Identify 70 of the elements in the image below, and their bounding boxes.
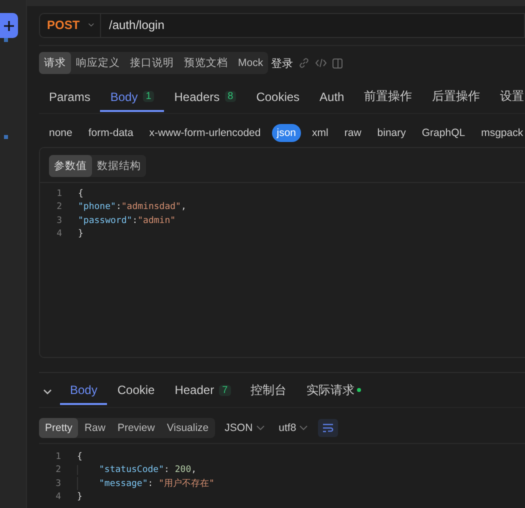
line-number: 2 [54, 465, 61, 476]
response-tab[interactable]: Body [60, 378, 108, 406]
body-type-option[interactable]: x-www-form-urlencoded [144, 124, 266, 142]
link-icon[interactable] [298, 57, 310, 70]
view-tab[interactable]: 请求 [39, 52, 71, 74]
line-number: 4 [56, 229, 62, 240]
response-tab[interactable]: Header 7 [164, 378, 241, 406]
code-line: } [77, 492, 82, 502]
view-mode-tab[interactable]: Preview [111, 418, 161, 438]
line-number: 3 [54, 478, 61, 489]
response-tab[interactable]: 实际请求 [296, 376, 371, 407]
editor-tab[interactable]: 数据结构 [92, 155, 146, 178]
view-mode-tab[interactable]: Visualize [160, 418, 215, 438]
count-badge: 7 [219, 384, 231, 396]
line-number: 4 [54, 492, 61, 502]
editor-tab[interactable]: 参数值 [49, 155, 92, 178]
param-tab[interactable]: Body 1 [100, 84, 164, 112]
param-tab[interactable]: Cookies [246, 84, 310, 112]
count-badge: 8 [224, 91, 236, 102]
method-dropdown[interactable]: POST [39, 12, 101, 38]
code-line: { [78, 188, 84, 199]
code-icon[interactable] [315, 57, 328, 70]
line-number: 3 [56, 216, 62, 226]
code-line: "password":"admin" [78, 216, 176, 226]
wrap-lines-icon [322, 422, 334, 433]
code-line: "statusCode": 200, [77, 465, 197, 476]
param-tab[interactable]: 前置操作 [354, 83, 422, 114]
body-type-option[interactable]: binary [372, 124, 411, 142]
line-number: 2 [56, 202, 62, 212]
param-tab[interactable]: 后置操作 [422, 83, 490, 114]
view-tab[interactable]: 响应定义 [71, 52, 125, 74]
body-type-option[interactable]: none [39, 124, 78, 142]
body-type-option[interactable]: form-data [83, 124, 138, 142]
code-line: } [78, 229, 84, 240]
view-mode-tab[interactable]: Pretty [39, 418, 78, 438]
body-type-option[interactable]: raw [339, 124, 366, 142]
chevron-down-icon [299, 424, 308, 431]
indicator-icon [4, 38, 8, 42]
line-number: 1 [56, 188, 62, 199]
response-tab[interactable]: Cookie [107, 378, 165, 406]
panel-icon[interactable] [332, 58, 344, 69]
param-tab[interactable]: Headers 8 [164, 84, 246, 112]
request-name: 登录 [271, 56, 294, 71]
param-tab[interactable]: 设置 [490, 83, 525, 114]
count-badge: 1 [142, 91, 154, 102]
line-number: 1 [54, 452, 61, 462]
chevron-down-icon[interactable] [43, 388, 52, 395]
view-tab[interactable]: 接口说明 [125, 52, 179, 74]
view-tab[interactable]: Mock [233, 52, 268, 74]
code-line: { [77, 452, 82, 462]
chevron-down-icon [256, 424, 265, 431]
param-tab[interactable]: Auth [310, 84, 354, 112]
url-field[interactable]: /auth/login [101, 12, 525, 38]
wrap-button[interactable] [318, 418, 338, 437]
body-type-option[interactable]: GraphQL [416, 124, 470, 142]
body-type-option[interactable]: json [272, 124, 302, 142]
format-dropdown[interactable]: JSON [220, 418, 269, 437]
view-tab[interactable]: 预览文档 [179, 52, 233, 74]
add-button[interactable] [0, 13, 18, 38]
body-type-option[interactable]: msgpack [476, 124, 525, 142]
code-line: "phone":"adminsdad", [78, 202, 186, 212]
chevron-down-icon [88, 22, 94, 28]
param-tab[interactable]: Params [39, 84, 100, 112]
encoding-dropdown[interactable]: utf8 [274, 418, 312, 437]
body-type-option[interactable]: xml [307, 124, 334, 142]
code-line: "message": "用户不存在" [77, 477, 214, 490]
response-tab[interactable]: 控制台 [240, 376, 297, 407]
view-mode-tab[interactable]: Raw [78, 418, 112, 438]
plus-icon [4, 20, 14, 30]
indicator-icon [4, 135, 8, 139]
